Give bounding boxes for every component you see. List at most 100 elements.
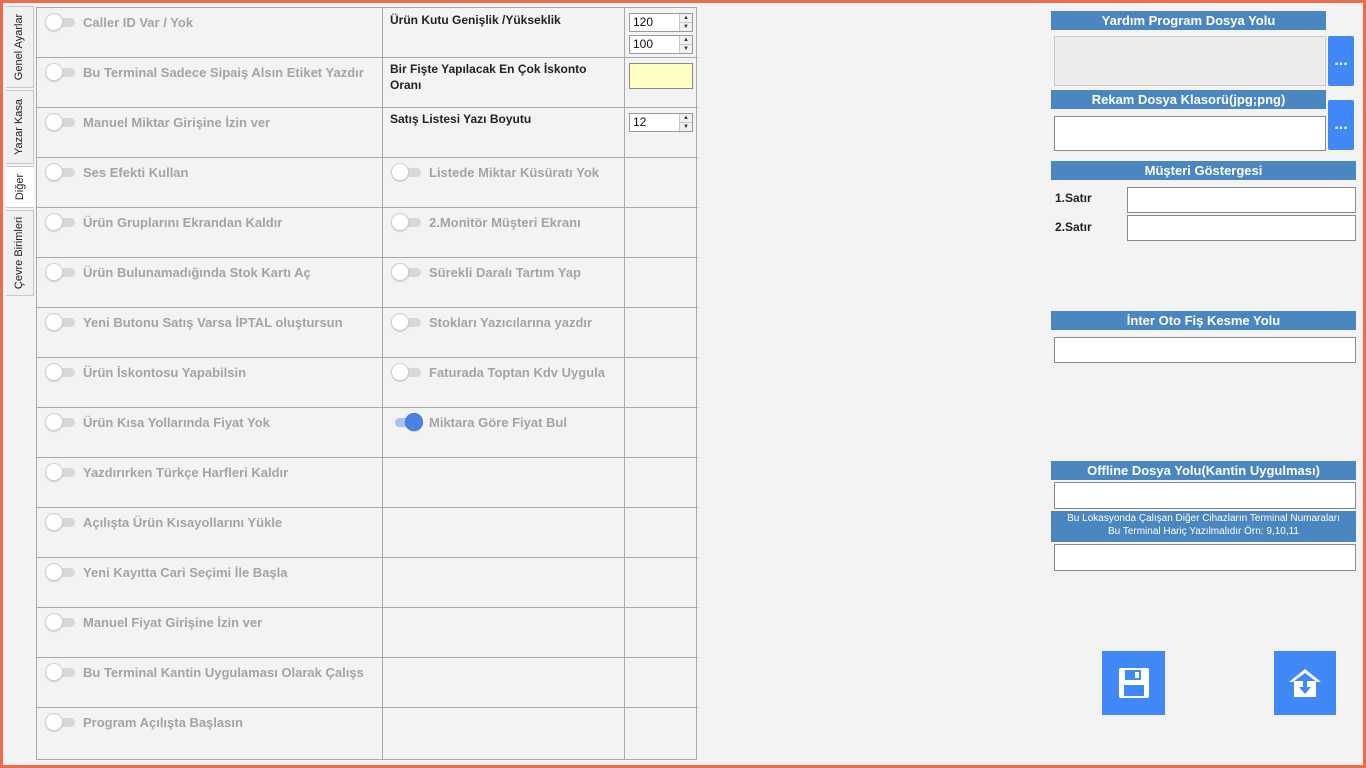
tab-general-settings[interactable]: Genel Ayarlar <box>6 6 34 88</box>
help-path-input[interactable] <box>1054 36 1326 86</box>
row-divider <box>37 557 698 558</box>
tab-cash-register[interactable]: Yazar Kasa <box>6 90 34 164</box>
toggle-switch[interactable] <box>45 563 77 581</box>
toggle-knob <box>391 363 409 381</box>
ad-folder-input[interactable] <box>1054 116 1326 151</box>
floppy-disk-icon <box>1118 668 1149 698</box>
box-width-spinner[interactable]: 120 ▲ ▼ <box>629 13 693 32</box>
tab-label: Yazar Kasa <box>13 98 26 156</box>
offline-path-input[interactable] <box>1054 482 1356 509</box>
spinner-down-icon[interactable]: ▼ <box>680 44 692 53</box>
box-height-value[interactable]: 100 <box>630 36 679 53</box>
terminal-note-line2: Bu Terminal Hariç Yazılmalıdır Örn: 9,10… <box>1107 526 1299 537</box>
ad-folder-browse-button[interactable]: ... <box>1328 100 1354 150</box>
toggle-label: Yeni Butonu Satış Varsa İPTAL oluştursun <box>83 314 343 330</box>
toggle-switch[interactable] <box>391 363 423 381</box>
toggle-faturada-toptan-kdv-uygula[interactable]: Faturada Toptan Kdv Uygula <box>391 361 605 383</box>
toggle-listede-miktar-kusurati-yok[interactable]: Listede Miktar Küsüratı Yok <box>391 161 599 183</box>
column-divider <box>624 8 625 759</box>
spinner-down-icon[interactable]: ▼ <box>680 122 692 131</box>
save-button[interactable] <box>1102 651 1165 715</box>
help-path-browse-button[interactable]: ... <box>1328 36 1354 86</box>
toggle-knob <box>45 613 63 631</box>
toggle-bu-terminal-sadece-sipais-alsin-etiket-yazdir[interactable]: Bu Terminal Sadece Sipaiş Alsın Etiket Y… <box>45 61 364 83</box>
spinner-up-icon[interactable]: ▲ <box>680 36 692 44</box>
terminal-note-line1: Bu Lokasyonda Çalışan Diğer Cihazların T… <box>1067 513 1340 524</box>
toggle-switch[interactable] <box>391 213 423 231</box>
toggle-label: Caller ID Var / Yok <box>83 14 194 30</box>
row-divider <box>37 657 698 658</box>
toggle-label: Ses Efekti Kullan <box>83 164 189 180</box>
spinner-down-icon[interactable]: ▼ <box>680 22 692 31</box>
toggle-miktara-gore-fiyat-bul[interactable]: Miktara Göre Fiyat Bul <box>391 411 567 433</box>
line1-input[interactable] <box>1127 187 1356 213</box>
row-divider <box>37 207 698 208</box>
tab-peripherals[interactable]: Çevre Birimleri <box>6 210 34 296</box>
toggle-switch[interactable] <box>45 613 77 631</box>
toggle-manuel-miktar-girisine-izin-ver[interactable]: Manuel Miktar Girişine İzin ver <box>45 111 270 133</box>
toggle-switch[interactable] <box>391 163 423 181</box>
toggle-program-acilista-baslasin[interactable]: Program Açılışta Başlasın <box>45 711 243 733</box>
toggle-switch[interactable] <box>45 413 77 431</box>
toggle-yazdirirken-turkce-harfleri-kaldir[interactable]: Yazdırırken Türkçe Harfleri Kaldır <box>45 461 288 483</box>
toggle-switch[interactable] <box>45 13 77 31</box>
toggle-manuel-fiyat-girisine-izin-ver[interactable]: Manuel Fiyat Girişine İzin ver <box>45 611 262 633</box>
toggle-switch[interactable] <box>45 163 77 181</box>
toggle-ses-efekti-kullan[interactable]: Ses Efekti Kullan <box>45 161 188 183</box>
home-download-icon <box>1289 669 1321 697</box>
customer-display-title: Müşteri Göstergesi <box>1051 161 1356 180</box>
line2-label: 2.Satır <box>1055 220 1092 234</box>
toggle-urun-bulunamadiginda-stok-karti-ac[interactable]: Ürün Bulunamadığında Stok Kartı Aç <box>45 261 311 283</box>
export-button[interactable] <box>1274 651 1336 715</box>
toggle-stoklari-yazicilarina-yazdir[interactable]: Stokları Yazıcılarına yazdır <box>391 311 592 333</box>
tab-label: Genel Ayarlar <box>13 13 26 81</box>
toggle-switch[interactable] <box>45 713 77 731</box>
font-size-spinner[interactable]: 12 ▲ ▼ <box>629 113 693 132</box>
toggle-urun-gruplarini-ekrandan-kaldir[interactable]: Ürün Gruplarını Ekrandan Kaldır <box>45 211 282 233</box>
spinner-up-icon[interactable]: ▲ <box>680 114 692 122</box>
tab-other[interactable]: Diğer <box>6 166 34 208</box>
toggle-switch[interactable] <box>45 263 77 281</box>
toggle-knob <box>45 513 63 531</box>
toggle-2-monitor-musteri-ekrani[interactable]: 2.Monitör Müşteri Ekranı <box>391 211 581 233</box>
row-divider <box>37 357 698 358</box>
toggle-acilista-urun-kisayollarini-yukle[interactable]: Açılışta Ürün Kısayollarını Yükle <box>45 511 282 533</box>
spinner-up-icon[interactable]: ▲ <box>680 14 692 22</box>
box-height-spinner[interactable]: 100 ▲ ▼ <box>629 35 693 54</box>
max-discount-label: Bir Fişte Yapılacak En Çok İskonto Oranı <box>390 62 587 92</box>
row-divider <box>37 157 698 158</box>
toggle-switch[interactable] <box>45 63 77 81</box>
toggle-label: Ürün Gruplarını Ekrandan Kaldır <box>83 214 283 230</box>
toggle-switch[interactable] <box>391 313 423 331</box>
toggle-urun-kisa-yollarinda-fiyat-yok[interactable]: Ürün Kısa Yollarında Fiyat Yok <box>45 411 270 433</box>
toggle-label: Bu Terminal Sadece Sipaiş Alsın Etiket Y… <box>83 64 364 80</box>
tab-label: Çevre Birimleri <box>13 216 26 290</box>
auto-receipt-input[interactable] <box>1054 337 1356 363</box>
toggle-switch[interactable] <box>45 663 77 681</box>
toggle-bu-terminal-kantin-uygulamasi-olarak-caliss[interactable]: Bu Terminal Kantin Uygulaması Olarak Çal… <box>45 661 364 683</box>
toggle-switch[interactable] <box>45 113 77 131</box>
box-width-value[interactable]: 120 <box>630 14 679 31</box>
toggle-caller-id-var-yok[interactable]: Caller ID Var / Yok <box>45 11 193 33</box>
toggle-switch[interactable] <box>391 413 423 431</box>
toggle-label: Sürekli Daralı Tartım Yap <box>429 264 581 280</box>
row-divider <box>37 707 698 708</box>
max-discount-input[interactable] <box>629 63 693 89</box>
toggle-label: Listede Miktar Küsüratı Yok <box>429 164 600 180</box>
toggle-urun-iskontosu-yapabilsin[interactable]: Ürün İskontosu Yapabilsin <box>45 361 246 383</box>
terminal-numbers-input[interactable] <box>1054 544 1356 571</box>
toggle-surekli-darali-tartim-yap[interactable]: Sürekli Daralı Tartım Yap <box>391 261 581 283</box>
font-size-value[interactable]: 12 <box>630 114 679 131</box>
line2-input[interactable] <box>1127 215 1356 241</box>
toggle-label: Yazdırırken Türkçe Harfleri Kaldır <box>83 464 289 480</box>
toggle-switch[interactable] <box>45 313 77 331</box>
toggle-yeni-kayitta-cari-secimi-ile-basla[interactable]: Yeni Kayıtta Cari Seçimi İle Başla <box>45 561 288 583</box>
toggle-switch[interactable] <box>391 263 423 281</box>
row-divider <box>37 257 698 258</box>
toggle-yeni-butonu-satis-varsa-iptal-olustursun[interactable]: Yeni Butonu Satış Varsa İPTAL oluştursun <box>45 311 343 333</box>
toggle-knob <box>45 263 63 281</box>
toggle-switch[interactable] <box>45 463 77 481</box>
toggle-switch[interactable] <box>45 363 77 381</box>
toggle-switch[interactable] <box>45 513 77 531</box>
toggle-switch[interactable] <box>45 213 77 231</box>
